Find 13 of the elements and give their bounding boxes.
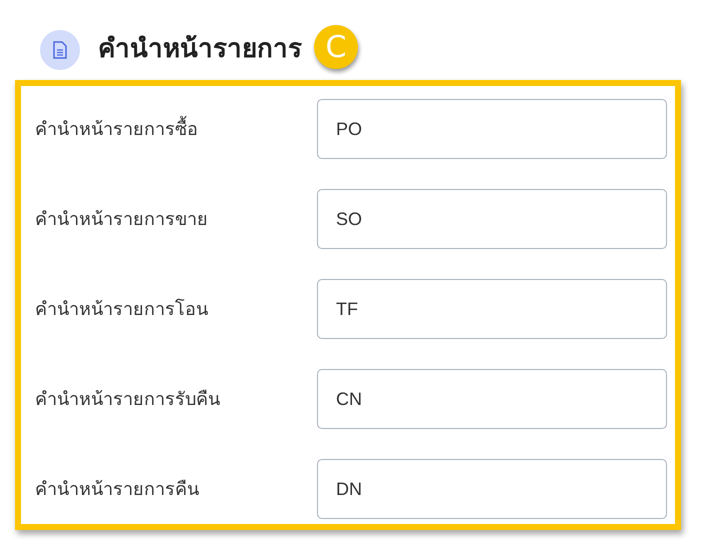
document-icon: [40, 30, 80, 70]
field-label: คำนำหน้ารายการซื้อ: [35, 116, 317, 142]
input-field[interactable]: TF: [317, 279, 667, 339]
field-label: คำนำหน้ารายการคืน: [35, 478, 200, 502]
input-field[interactable]: DN: [317, 459, 667, 519]
section-title: คำนำหน้ารายการ: [98, 34, 302, 66]
field-label: คำนำหน้ารายการขาย: [35, 208, 209, 232]
input-field[interactable]: SO: [317, 189, 667, 249]
letter-badge: C: [314, 25, 358, 69]
field-label: คำนำหน้ารายการรับคืน: [35, 388, 221, 412]
input-field[interactable]: PO: [317, 99, 667, 159]
input-field[interactable]: CN: [317, 369, 667, 429]
field-label: คำนำหน้ารายการโอน: [35, 298, 209, 322]
